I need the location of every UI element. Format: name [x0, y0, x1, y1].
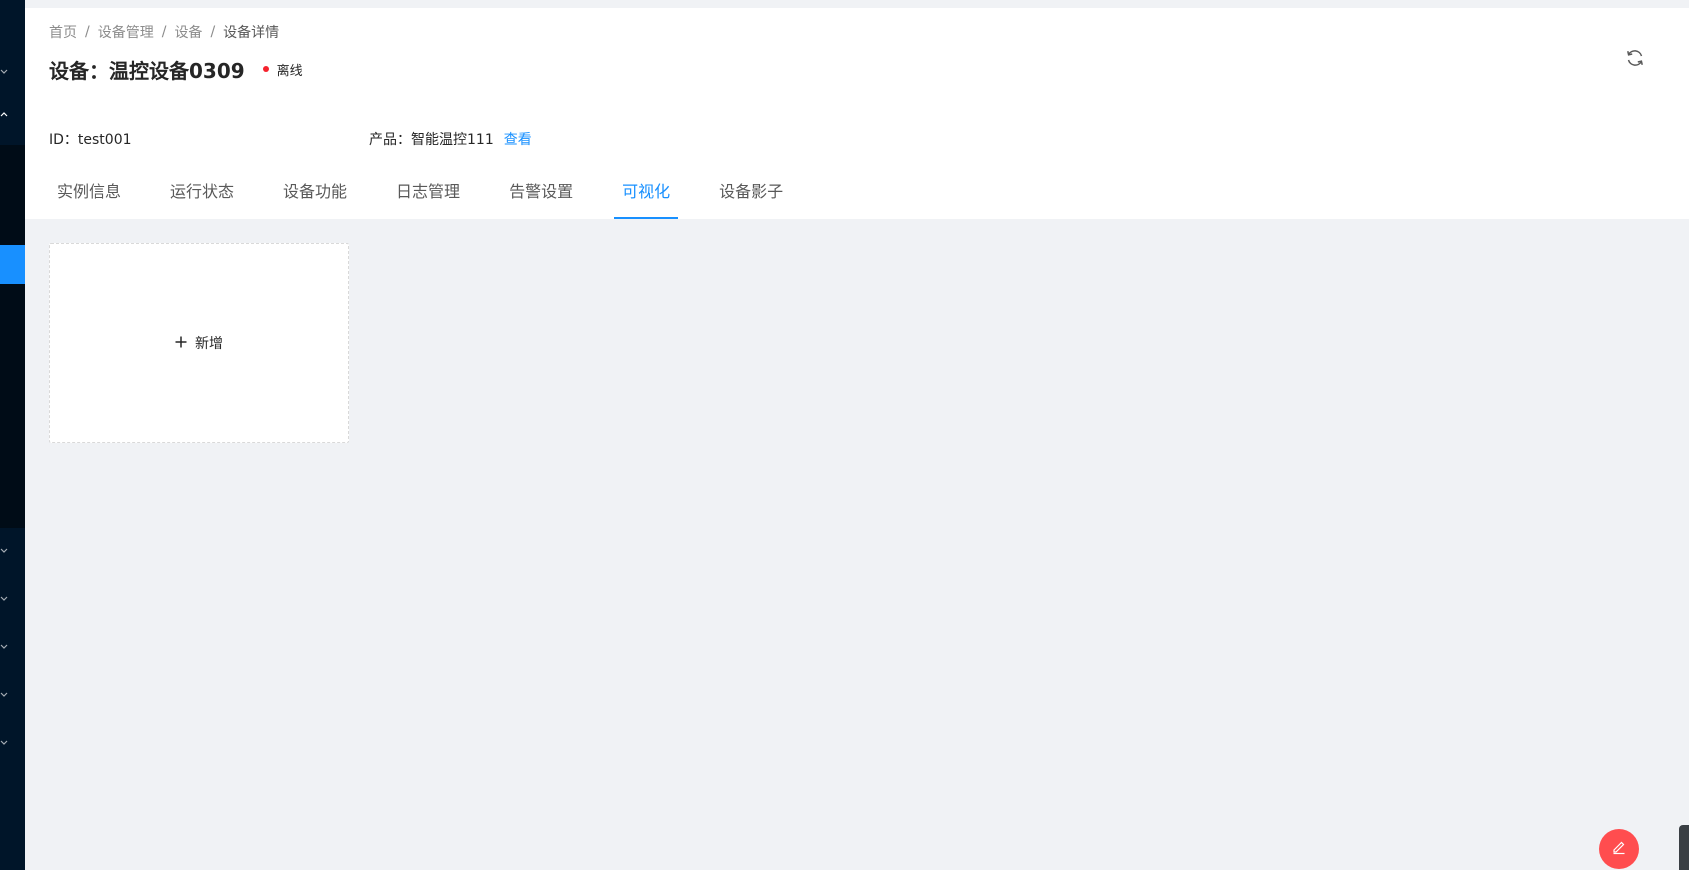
add-card-label: 新增	[195, 336, 223, 352]
status-dot	[262, 66, 269, 72]
tab-running-status[interactable]: 运行状态	[162, 180, 242, 219]
tab-log-management[interactable]: 日志管理	[388, 180, 468, 219]
status-badge: 离线	[262, 60, 303, 79]
breadcrumb-item-device-management[interactable]: 设备管理	[98, 22, 154, 42]
tab-visualization[interactable]: 可视化	[614, 180, 679, 219]
top-strip	[25, 0, 1689, 8]
breadcrumb-current: 设备详情	[223, 25, 280, 41]
breadcrumb-separator: /	[85, 24, 90, 40]
plus-icon	[175, 334, 187, 352]
edit-icon	[1611, 839, 1627, 859]
product-name: 产品：智能温控111	[369, 132, 494, 148]
tab-device-functions[interactable]: 设备功能	[275, 180, 355, 219]
breadcrumb-item-home[interactable]: 首页	[49, 22, 77, 42]
breadcrumb-separator: /	[161, 24, 167, 40]
tab-device-shadow[interactable]: 设备影子	[711, 180, 791, 219]
chevron-down-icon[interactable]	[0, 690, 8, 698]
sidebar-active-item[interactable]	[0, 245, 25, 284]
device-id: ID：test001	[49, 132, 132, 148]
breadcrumb-item-device[interactable]: 设备	[174, 22, 202, 42]
chevron-up-icon[interactable]	[0, 111, 8, 119]
side-widget-handle[interactable]	[1679, 825, 1689, 870]
title-row: 设备：温控设备0309 离线	[49, 53, 303, 85]
chevron-down-icon[interactable]	[0, 67, 8, 75]
breadcrumb: 首页 / 设备管理 / 设备 / 设备详情	[49, 22, 279, 42]
device-product: 产品：智能温控111 查看	[369, 129, 532, 149]
chevron-down-icon[interactable]	[0, 546, 8, 554]
edit-float-button[interactable]	[1599, 829, 1639, 869]
status-text: 离线	[276, 63, 303, 79]
sidebar	[0, 0, 25, 870]
device-info-row: ID：test001 产品：智能温控111 查看	[49, 128, 532, 150]
refresh-button[interactable]	[1623, 48, 1647, 72]
page-title: 设备：温控设备0309	[49, 58, 245, 83]
add-visualization-card[interactable]: 新增	[49, 243, 349, 443]
breadcrumb-separator: /	[210, 24, 216, 40]
sidebar-submenu	[0, 145, 25, 528]
chevron-down-icon[interactable]	[0, 594, 8, 602]
tab-instance-info[interactable]: 实例信息	[49, 180, 129, 219]
chevron-down-icon[interactable]	[0, 738, 8, 746]
tab-alarm-settings[interactable]: 告警设置	[501, 180, 581, 219]
detail-tabs: 实例信息 运行状态 设备功能 日志管理 告警设置 可视化 设备影子	[49, 180, 824, 219]
view-product-link[interactable]: 查看	[504, 129, 532, 149]
page-header: 首页 / 设备管理 / 设备 / 设备详情 设备：温控设备0309 离线 ID：…	[25, 8, 1689, 219]
chevron-down-icon[interactable]	[0, 642, 8, 650]
refresh-icon	[1625, 48, 1645, 72]
